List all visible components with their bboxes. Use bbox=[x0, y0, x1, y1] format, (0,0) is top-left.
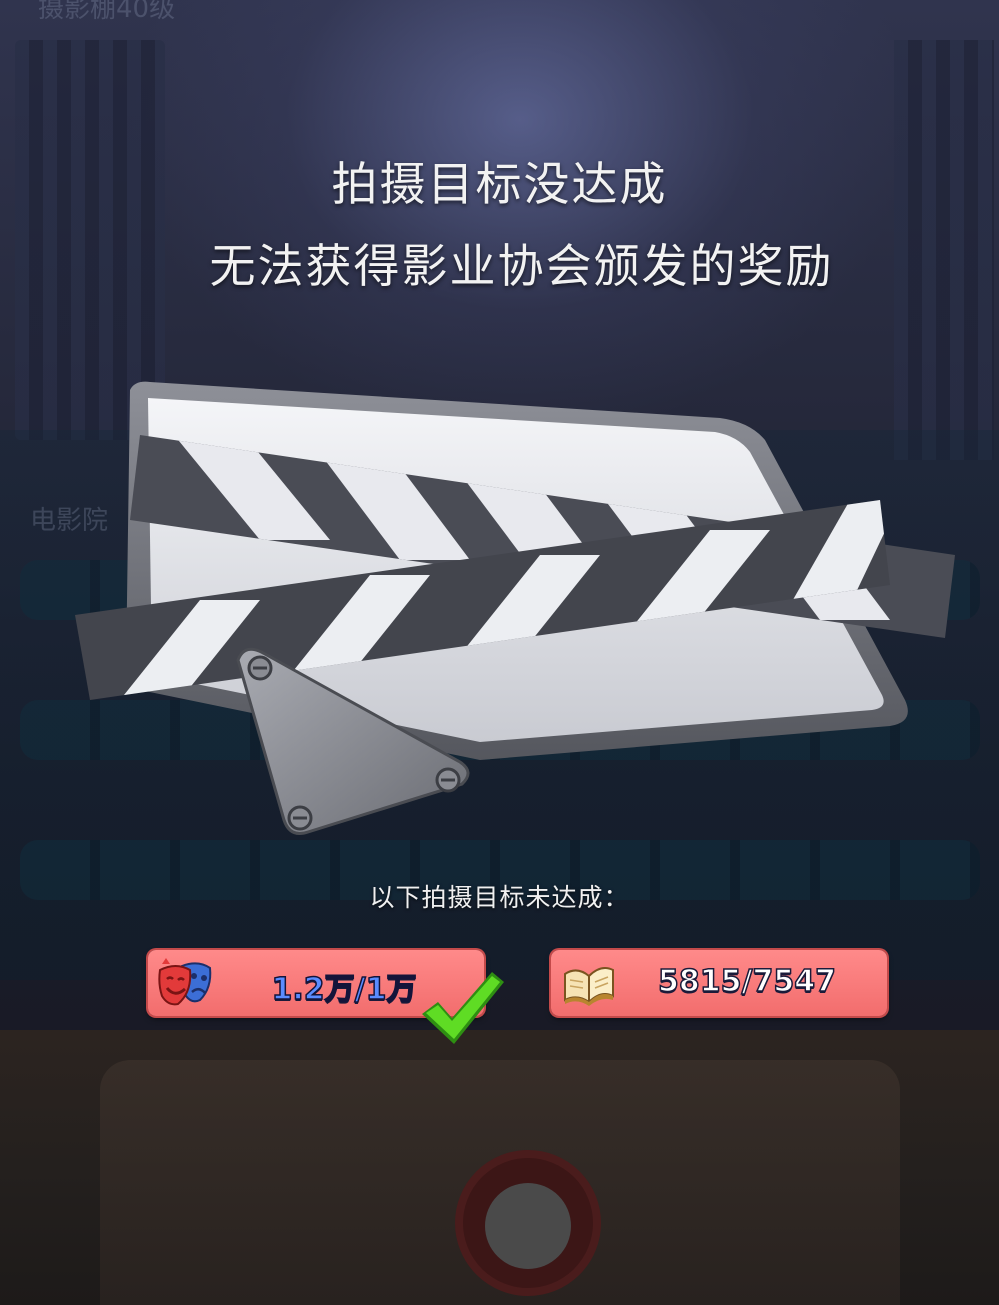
background-clock-icon bbox=[455, 1150, 601, 1296]
result-subtitle: 无法获得影业协会颁发的奖励 bbox=[209, 239, 834, 293]
check-mark-icon bbox=[422, 972, 504, 1044]
open-book-icon bbox=[564, 967, 614, 1006]
goal-script: 5815/7547 bbox=[551, 950, 887, 1016]
result-screen: 摄影棚40级 电影院 拍摄目标没达成 无法获得影业协会颁发的奖励 以下拍摄目标未… bbox=[0, 0, 999, 1305]
clapperboard-icon bbox=[75, 381, 955, 835]
drama-masks-icon bbox=[158, 958, 212, 1006]
goals-label: 以下拍摄目标未达成： bbox=[369, 883, 630, 912]
goal-script-value: 5815/7547 bbox=[657, 963, 836, 1000]
result-title: 拍摄目标没达成 bbox=[331, 157, 668, 211]
background-studio-label: 摄影棚40级 bbox=[38, 0, 176, 24]
